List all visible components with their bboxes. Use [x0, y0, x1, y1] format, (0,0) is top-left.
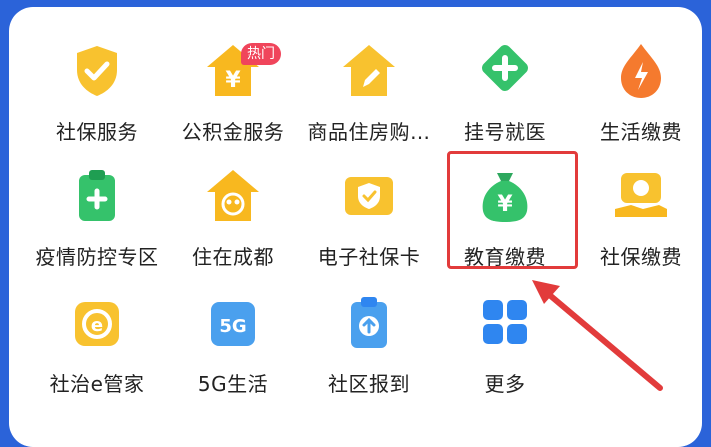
tile-label: 生活缴费 [600, 120, 682, 144]
tile-label: 社治e管家 [49, 372, 145, 396]
tile-electronic-social-card[interactable]: 电子社保卡 [299, 165, 439, 275]
highlight-box [447, 151, 578, 269]
e-badge-icon: e [65, 292, 129, 354]
5g-icon: 5G [201, 292, 265, 354]
svg-text:e: e [91, 315, 103, 336]
tile-label: 社保服务 [56, 120, 138, 144]
tile-label: 挂号就医 [464, 120, 546, 144]
hot-badge: 热门 [241, 43, 281, 65]
tile-utility-payment[interactable]: 生活缴费 [571, 40, 711, 150]
tile-label: 疫情防控专区 [35, 245, 159, 269]
house-pencil-icon [337, 40, 401, 102]
card-shield-icon [337, 165, 401, 227]
hand-coin-icon [609, 165, 673, 227]
tile-label: 社保缴费 [600, 245, 682, 269]
annotation-arrow [532, 280, 663, 391]
flame-bolt-icon [609, 40, 673, 102]
tile-live-in-chengdu[interactable]: 住在成都 [163, 165, 303, 275]
tile-label: 社区报到 [328, 372, 410, 396]
tile-5g-life[interactable]: 5G 5G生活 [163, 292, 303, 402]
tile-label: 电子社保卡 [317, 245, 421, 269]
tile-community-steward[interactable]: e 社治e管家 [27, 292, 167, 402]
house-family-icon [201, 165, 265, 227]
tile-social-insurance-payment[interactable]: 社保缴费 [571, 165, 711, 275]
svg-text:¥: ¥ [225, 68, 241, 93]
tile-hospital-registration[interactable]: 挂号就医 [435, 40, 575, 150]
tile-community-report[interactable]: 社区报到 [299, 292, 439, 402]
tile-label: 公积金服务 [181, 120, 285, 144]
tile-housing-fund-service[interactable]: ¥ 公积金服务 [163, 40, 303, 150]
tile-label: 商品住房购… [307, 120, 431, 144]
app-screen: 社保服务 ¥ 公积金服务 商品住房购… 挂号就医 生活缴费 疫情防控专区 住在成… [0, 0, 711, 447]
tile-label: 5G生活 [197, 372, 269, 396]
medical-plus-icon [473, 40, 537, 102]
clipboard-upload-icon [337, 292, 401, 354]
5g-icon-text: 5G [219, 316, 246, 337]
tile-label: 住在成都 [192, 245, 274, 269]
shield-check-icon [65, 40, 129, 102]
tile-social-security-service[interactable]: 社保服务 [27, 40, 167, 150]
medical-clipboard-icon [65, 165, 129, 227]
tile-epidemic-prevention[interactable]: 疫情防控专区 [27, 165, 167, 275]
tile-commercial-housing[interactable]: 商品住房购… [299, 40, 439, 150]
